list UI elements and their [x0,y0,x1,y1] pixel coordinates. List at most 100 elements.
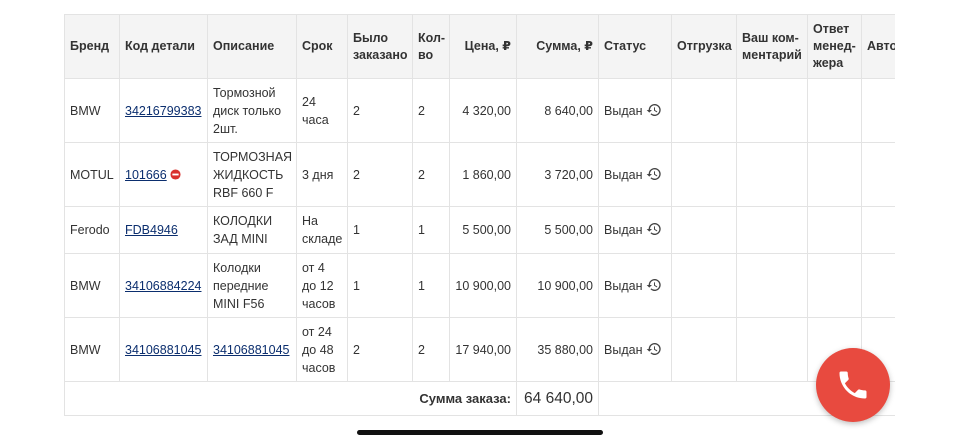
col-header-description: Описание [207,14,297,79]
history-icon[interactable] [646,221,662,237]
call-button[interactable] [816,348,890,422]
order-total-row: Сумма заказа: 64 640,00 [64,381,895,416]
price-cell: 5 500,00 [449,206,517,254]
part-code-cell: 34216799383 [119,78,208,143]
history-icon[interactable] [646,166,662,182]
col-header-manager-reply: Ответ менед-жера [807,14,862,79]
home-indicator[interactable] [357,430,603,435]
status-text: Выдан [604,103,643,118]
col-header-comment: Ваш ком-ментарий [736,14,808,79]
part-code-cell: 34106884224 [119,253,208,318]
brand-cell: Ferodo [64,206,120,254]
manager-reply-cell [807,142,862,207]
col-header-brand: Бренд [64,14,120,79]
status-text: Выдан [604,223,643,237]
term-cell: от 4 до 12 часов [296,253,348,318]
status-cell: Выдан [598,142,672,207]
order-table: Бренд Код детали Описание Срок Было заказ… [64,14,895,416]
status-text: Выдан [604,342,643,357]
table-header-row: Бренд Код детали Описание Срок Было заказ… [64,14,895,79]
qty-cell: 1 [412,253,450,318]
part-code-link[interactable]: 34106884224 [125,279,201,293]
sum-cell: 8 640,00 [516,78,599,143]
col-header-ordered: Было заказано [347,14,413,79]
sum-cell: 10 900,00 [516,253,599,318]
auto-cell [861,253,895,318]
term-cell: 24 часа [296,78,348,143]
col-header-qty: Кол-во [412,14,450,79]
status-text: Выдан [604,278,643,293]
brand-cell: BMW [64,78,120,143]
history-icon[interactable] [646,102,662,118]
manager-reply-cell [807,253,862,318]
history-icon[interactable] [646,341,662,357]
col-header-status: Статус [598,14,672,79]
col-header-part-code: Код детали [119,14,208,79]
qty-cell: 2 [412,317,450,382]
price-cell: 1 860,00 [449,142,517,207]
table-row: Ferodo FDB4946 КОЛОДКИ ЗАД MINI На складе 1 1 5 … [64,206,895,254]
ordered-cell: 2 [347,142,413,207]
part-code-link[interactable]: 34106881045 [125,343,201,357]
qty-cell: 2 [412,78,450,143]
ordered-cell: 1 [347,253,413,318]
part-code-cell: FDB4946 [119,206,208,254]
manager-reply-cell [807,78,862,143]
table-row: BMW 34106884224 Колодки передние MINI F56 от … [64,253,895,318]
shipment-cell [671,78,737,143]
table-row: MOTUL 101666 ТОРМОЗНАЯ ЖИДКОСТЬ RBF 660 F3 д… [64,142,895,207]
phone-icon [839,371,867,399]
comment-cell[interactable] [736,142,808,207]
col-header-term: Срок [296,14,348,79]
auto-cell [861,142,895,207]
part-code-cell: 101666 [119,142,208,207]
comment-cell[interactable] [736,253,808,318]
qty-cell: 2 [412,142,450,207]
ordered-cell: 1 [347,206,413,254]
col-header-price: Цена, ₽ [449,14,517,79]
no-entry-icon [170,167,181,180]
status-cell: Выдан [598,206,672,254]
description-cell: 34106881045 [207,317,297,382]
table-row: BMW 34216799383 Тормозной диск только 2шт. 24… [64,78,895,143]
part-code-cell: 34106881045 [119,317,208,382]
status-cell: Выдан [598,253,672,318]
table-row: BMW 34106881045 34106881045 от 24 до 48 часов… [64,317,895,382]
status-cell: Выдан [598,317,672,382]
description-cell: Колодки передние MINI F56 [207,253,297,318]
term-cell: На складе [296,206,348,254]
status-cell: Выдан [598,78,672,143]
brand-cell: BMW [64,317,120,382]
description-cell: КОЛОДКИ ЗАД MINI [207,206,297,254]
part-code-link[interactable]: FDB4946 [125,223,178,237]
description-link[interactable]: 34106881045 [213,343,289,357]
history-icon[interactable] [646,277,662,293]
term-cell: 3 дня [296,142,348,207]
auto-cell [861,78,895,143]
auto-cell [861,206,895,254]
sum-cell: 35 880,00 [516,317,599,382]
comment-cell[interactable] [736,206,808,254]
ordered-cell: 2 [347,317,413,382]
description-cell: Тормозной диск только 2шт. [207,78,297,143]
status-text: Выдан [604,167,643,182]
col-header-auto: Авто [861,14,895,79]
sum-cell: 3 720,00 [516,142,599,207]
part-code-link[interactable]: 34216799383 [125,104,201,118]
comment-cell[interactable] [736,317,808,382]
manager-reply-cell [807,206,862,254]
price-cell: 10 900,00 [449,253,517,318]
shipment-cell [671,317,737,382]
comment-cell[interactable] [736,78,808,143]
shipment-cell [671,253,737,318]
price-cell: 4 320,00 [449,78,517,143]
qty-cell: 1 [412,206,450,254]
brand-cell: MOTUL [64,142,120,207]
sum-cell: 5 500,00 [516,206,599,254]
order-total-value: 64 640,00 [516,381,599,416]
col-header-sum: Сумма, ₽ [516,14,599,79]
part-code-link[interactable]: 101666 [125,168,167,182]
order-table-container[interactable]: Бренд Код детали Описание Срок Было заказ… [64,14,895,416]
order-total-label: Сумма заказа: [64,381,517,416]
shipment-cell [671,206,737,254]
